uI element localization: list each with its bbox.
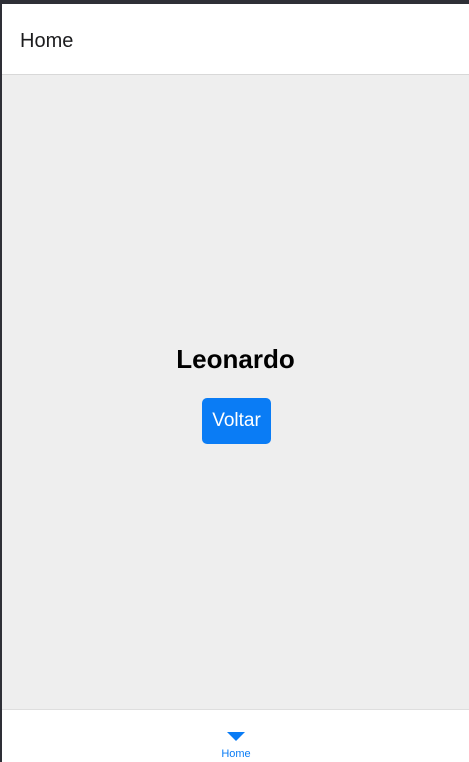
header-bar: Home <box>2 4 469 75</box>
app-screen: Home Leonardo Voltar Home <box>2 4 469 762</box>
triangle-down-icon <box>227 732 245 741</box>
main-content: Leonardo Voltar <box>2 75 469 709</box>
back-button[interactable]: Voltar <box>202 398 271 444</box>
name-heading: Leonardo <box>176 344 295 374</box>
bottom-tab-bar: Home <box>2 709 469 762</box>
tab-home-label: Home <box>221 748 251 760</box>
tab-home[interactable]: Home <box>206 710 266 762</box>
page-title: Home <box>20 30 74 52</box>
